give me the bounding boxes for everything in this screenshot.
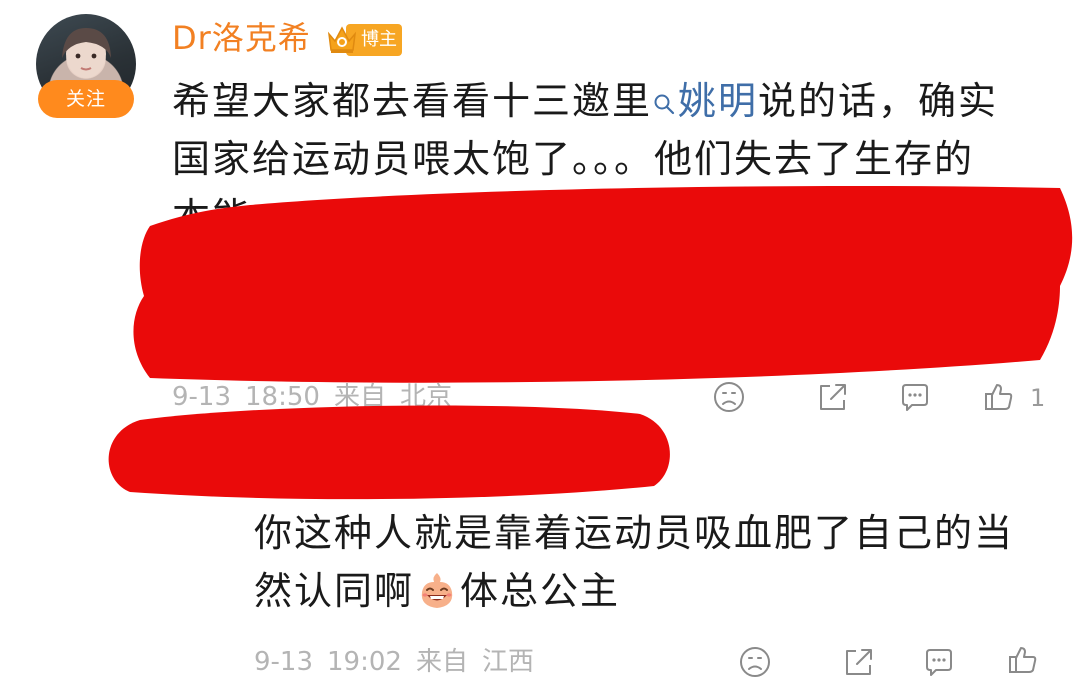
reply-text-segment: 然认同啊	[254, 569, 415, 613]
reply-text-segment: 体总公主	[460, 569, 621, 613]
reply-meta: 9-13 19:02 来自 江西	[254, 645, 548, 679]
share-icon[interactable]	[842, 645, 876, 679]
reply-date: 9-13	[254, 647, 314, 677]
sad-face-icon[interactable]	[738, 645, 772, 679]
reply-source-prefix: 来自	[415, 647, 468, 677]
reply-location: 江西	[481, 647, 534, 677]
reply-text-line-1: 你这种人就是靠着运动员吸血肥了自己的当	[254, 511, 1015, 555]
reply-text: 你这种人就是靠着运动员吸血肥了自己的当 然认同啊 体总公主	[254, 504, 1054, 620]
weibo-comment-thread: 关注 Dr洛克希 博主 希望大家都去看看十三邀里 姚明说的话，确实 国家给运动员喂…	[0, 0, 1080, 694]
thumbs-up-icon[interactable]	[1006, 643, 1040, 677]
reply-text-line-2: 然认同啊 体总公主	[254, 562, 1054, 620]
laughing-emoji-icon	[421, 573, 453, 608]
reply-time: 19:02	[327, 647, 402, 677]
comment-icon[interactable]	[922, 645, 956, 679]
